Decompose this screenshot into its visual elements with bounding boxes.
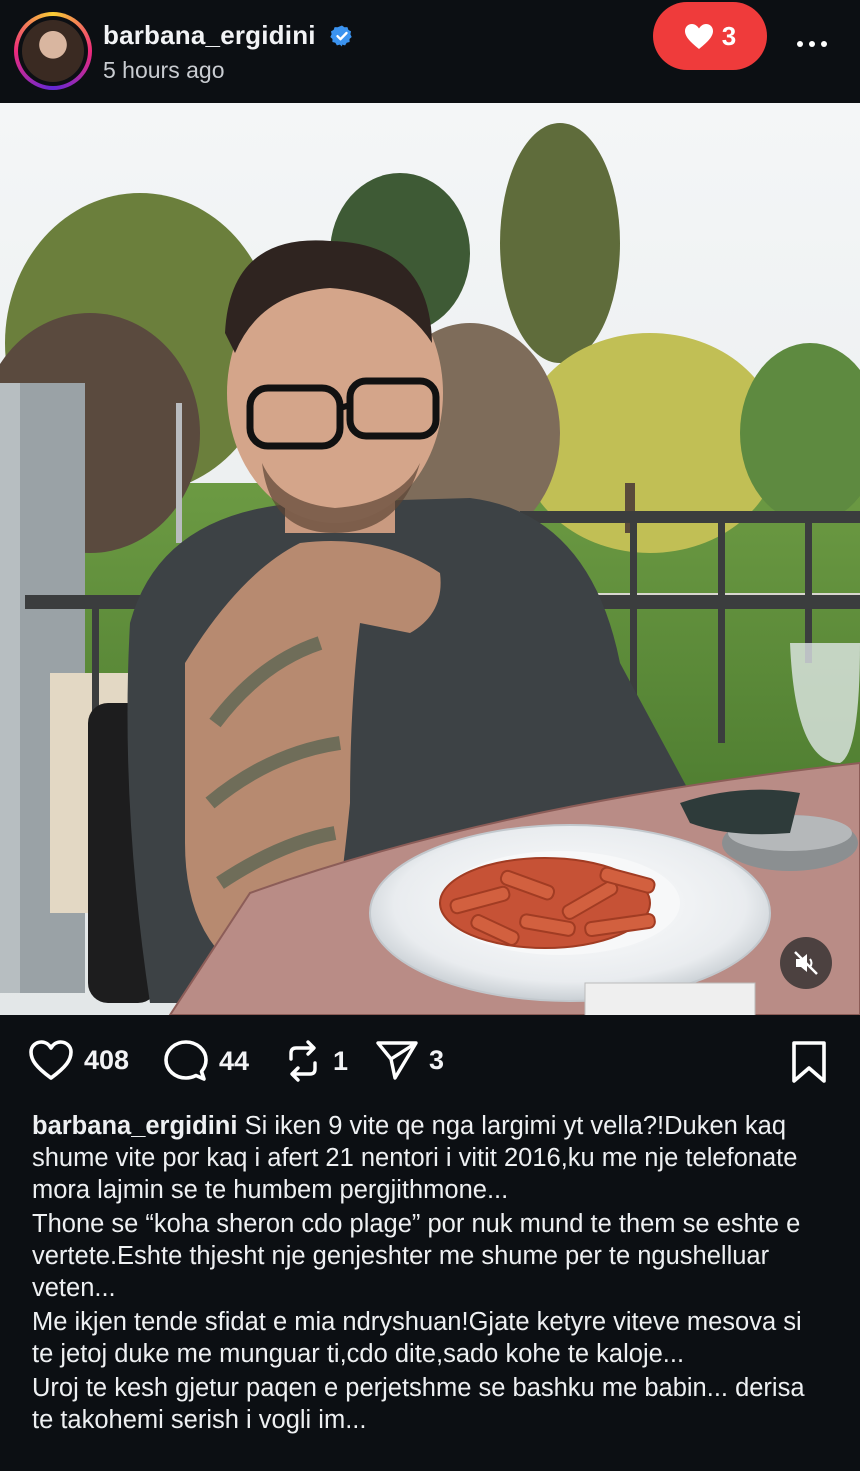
avatar-image: [22, 20, 84, 82]
like-button[interactable]: 408: [28, 1039, 129, 1081]
dot-icon: [809, 41, 815, 47]
bookmark-icon[interactable]: [790, 1040, 828, 1084]
post-time: 5 hours ago: [103, 57, 225, 83]
caption-paragraph: Uroj te kesh gjetur paqen e perjetshme s…: [32, 1374, 805, 1434]
repost-icon: [289, 1040, 317, 1082]
send-icon: [376, 1041, 418, 1080]
post-caption: barbana_ergidini Si iken 9 vite qe nga l…: [0, 1110, 860, 1436]
heart-icon: [684, 23, 713, 49]
repost-count: 1: [333, 1045, 349, 1076]
post-photo[interactable]: [0, 103, 860, 1015]
share-count: 3: [429, 1044, 445, 1075]
caption-paragraph: barbana_ergidini Si iken 9 vite qe nga l…: [32, 1110, 828, 1206]
action-bar: 408 44 1 3: [0, 1015, 860, 1110]
heart-outline-icon: [29, 1040, 73, 1080]
like-notification-pill[interactable]: 3: [653, 2, 767, 70]
comment-button[interactable]: 44: [163, 1039, 249, 1083]
dot-icon: [821, 41, 827, 47]
speaker-muted-icon: [794, 951, 818, 975]
verified-badge-icon: [330, 25, 352, 47]
share-button[interactable]: 3: [375, 1039, 444, 1081]
photo-illustration: [0, 103, 860, 1015]
like-pill-count: 3: [721, 20, 737, 51]
repost-button[interactable]: 1: [283, 1039, 348, 1083]
post-username[interactable]: barbana_ergidini: [103, 20, 316, 51]
mute-button[interactable]: [780, 937, 832, 989]
caption-paragraph: Me ikjen tende sfidat e mia ndryshuan!Gj…: [32, 1308, 802, 1368]
comment-count: 44: [219, 1045, 250, 1076]
like-count: 408: [84, 1044, 130, 1075]
post-header: barbana_ergidini 5 hours ago 3: [0, 0, 860, 103]
avatar[interactable]: [14, 12, 92, 90]
comment-icon: [164, 1040, 208, 1081]
caption-username[interactable]: barbana_ergidini: [32, 1112, 237, 1140]
caption-paragraph: Thone se “koha sheron cdo plage” por nuk…: [32, 1210, 801, 1302]
dot-icon: [797, 41, 803, 47]
more-options-button[interactable]: [797, 32, 837, 56]
